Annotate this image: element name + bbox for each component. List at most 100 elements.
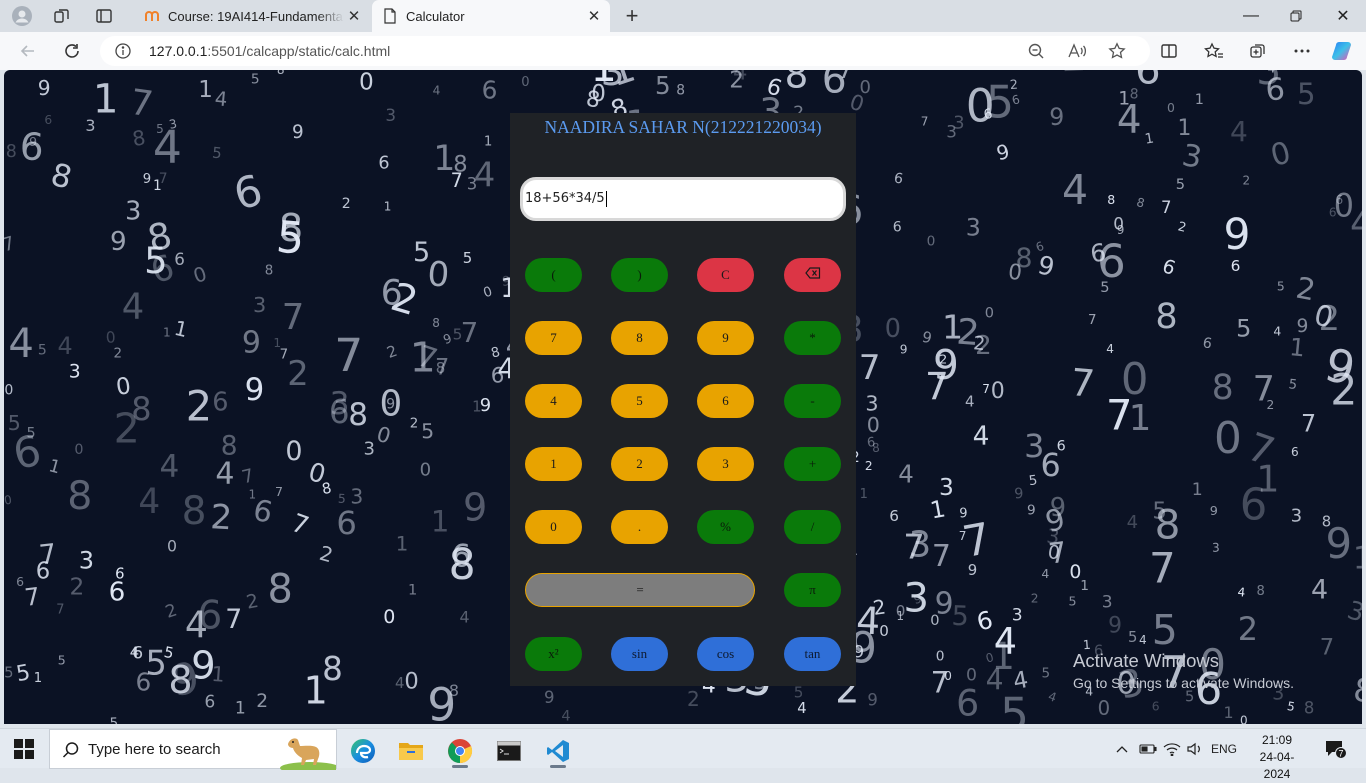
background-digit: 2 (163, 600, 180, 622)
close-tab-icon[interactable]: ✕ (344, 6, 364, 26)
background-digit: 2 (209, 497, 233, 537)
background-digit: 0 (105, 328, 116, 347)
tan-button[interactable]: tan (784, 637, 841, 671)
taskbar-search-box[interactable]: Type here to search (49, 729, 340, 774)
background-digit: 4 (898, 460, 914, 489)
background-digit: 5 (1128, 629, 1137, 646)
copilot-icon[interactable] (1329, 37, 1357, 65)
read-aloud-icon[interactable] (1063, 37, 1091, 65)
favorites-icon[interactable] (1200, 37, 1228, 65)
wifi-icon[interactable] (1161, 729, 1183, 769)
background-digit: 1 (1144, 130, 1155, 147)
background-digit: 0 (482, 284, 495, 301)
background-digit: 7 (225, 604, 242, 635)
multiply-button[interactable]: * (784, 321, 841, 355)
minus-button[interactable]: - (784, 384, 841, 418)
sin-button[interactable]: sin (611, 637, 668, 671)
plus-button[interactable]: + (784, 447, 841, 481)
address-bar[interactable]: 127.0.0.1:5501/calcapp/static/calc.html (100, 36, 1150, 66)
background-digit: 4 (214, 87, 229, 111)
digit-9-button[interactable]: 9 (697, 321, 754, 355)
background-digit: 4 (460, 608, 470, 627)
background-digit: 8 (168, 658, 192, 702)
digit-8-button[interactable]: 8 (611, 321, 668, 355)
background-digit: 5 (1028, 473, 1038, 489)
divide-button[interactable]: / (784, 510, 841, 544)
profile-icon[interactable] (10, 4, 34, 28)
show-hidden-icons-chevron-icon[interactable] (1112, 729, 1132, 769)
url-text[interactable]: 127.0.0.1:5501/calcapp/static/calc.html (149, 43, 390, 59)
pi-button[interactable]: π (784, 573, 841, 607)
zoom-out-icon[interactable] (1022, 37, 1050, 65)
digit-2-button[interactable]: 2 (611, 447, 668, 481)
background-digit: 2 (1177, 218, 1188, 234)
percent-button[interactable]: % (697, 510, 754, 544)
decimal-point-button[interactable]: . (611, 510, 668, 544)
square-button[interactable]: x² (525, 637, 582, 671)
background-digit: 8 (348, 397, 368, 433)
favorite-star-icon[interactable] (1103, 37, 1131, 65)
more-menu-icon[interactable] (1288, 37, 1316, 65)
background-digit: 0 (4, 493, 13, 508)
close-tab-icon[interactable]: ✕ (584, 6, 604, 26)
tab-course[interactable]: Course: 19AI414-Fundamentals of ✕ (134, 0, 370, 32)
minimize-icon[interactable]: — (1228, 0, 1274, 32)
taskbar-clock[interactable]: 21:09 24-04-2024 (1248, 732, 1306, 783)
open-paren-button[interactable]: ( (525, 258, 582, 292)
chrome-icon[interactable] (440, 733, 480, 769)
digit-7-button[interactable]: 7 (525, 321, 582, 355)
background-digit: 5 (1277, 279, 1285, 293)
background-digit: 6 (212, 387, 228, 417)
cos-button[interactable]: cos (697, 637, 754, 671)
language-indicator[interactable]: ENG (1208, 729, 1240, 769)
background-digit: 8 (449, 540, 476, 589)
background-digit: 7 (435, 354, 449, 380)
restore-icon[interactable] (1273, 0, 1319, 32)
background-digit: 9 (143, 172, 151, 187)
background-digit: 5 (655, 71, 671, 100)
digit-5-button[interactable]: 5 (611, 384, 668, 418)
file-explorer-icon[interactable] (391, 733, 431, 769)
calculator-display[interactable]: 18+56*34/5 (520, 177, 846, 221)
tab-calculator[interactable]: Calculator ✕ (372, 0, 610, 32)
clock-date: 24-04-2024 (1259, 750, 1295, 781)
background-digit: 4 (972, 421, 989, 451)
windows-start-icon[interactable] (14, 739, 34, 759)
background-digit: 6 (204, 692, 215, 712)
background-digit: 6 (1057, 439, 1066, 455)
battery-icon[interactable] (1137, 729, 1159, 769)
digit-3-button[interactable]: 3 (697, 447, 754, 481)
site-info-icon[interactable] (114, 42, 132, 60)
terminal-icon[interactable] (489, 733, 529, 769)
background-digit: 9 (1035, 250, 1057, 282)
collections-icon[interactable] (1244, 37, 1272, 65)
notification-center-icon[interactable]: 7 (1322, 729, 1350, 769)
speaker-icon[interactable] (1185, 729, 1205, 769)
close-paren-button[interactable]: ) (611, 258, 668, 292)
background-digit: 8 (221, 431, 238, 462)
workspaces-icon[interactable] (50, 4, 74, 28)
new-tab-icon[interactable]: + (620, 3, 644, 28)
background-digit: 0 (885, 313, 901, 343)
edge-browser-icon[interactable] (343, 733, 383, 769)
background-digit: 6 (889, 507, 899, 525)
tab-actions-icon[interactable] (92, 4, 116, 28)
close-window-icon[interactable]: ✕ (1320, 0, 1366, 32)
refresh-icon[interactable] (58, 37, 86, 65)
background-digit: 8 (449, 681, 459, 700)
background-digit: 9 (1050, 493, 1066, 523)
digit-4-button[interactable]: 4 (525, 384, 582, 418)
digit-6-button[interactable]: 6 (697, 384, 754, 418)
background-digit: 0 (991, 379, 1005, 404)
backspace-button[interactable] (784, 258, 841, 292)
back-icon[interactable] (14, 37, 42, 65)
digit-0-button[interactable]: 0 (525, 510, 582, 544)
digit-1-button[interactable]: 1 (525, 447, 582, 481)
moodle-icon (144, 8, 160, 24)
clear-button[interactable]: C (697, 258, 754, 292)
equals-button[interactable]: = (525, 573, 755, 607)
background-digit: 4 (965, 393, 974, 411)
vscode-icon[interactable] (538, 733, 578, 769)
split-screen-icon[interactable] (1155, 37, 1183, 65)
background-digit: 7 (275, 484, 283, 499)
